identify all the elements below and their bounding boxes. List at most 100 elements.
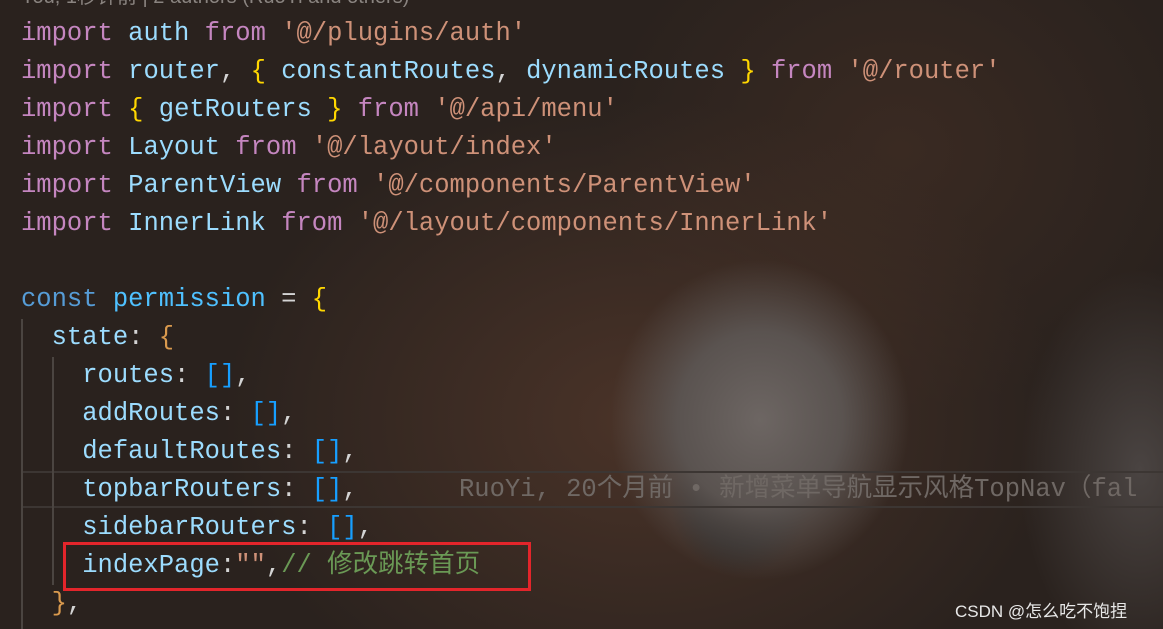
code-token: auth xyxy=(128,19,190,48)
code-token: from xyxy=(296,171,358,200)
code-token: , xyxy=(342,437,358,466)
code-token: { xyxy=(128,95,144,124)
code-token: from xyxy=(235,133,297,162)
code-token: '@/router' xyxy=(847,57,1001,86)
code-token: '@/components/ParentView' xyxy=(373,171,756,200)
watermark: CSDN @怎么吃不饱捏 xyxy=(955,602,1128,621)
code-token: routes xyxy=(82,361,175,390)
code-line[interactable]: defaultRoutes: [], xyxy=(21,433,358,471)
code-token: sidebarRouters xyxy=(82,513,297,542)
code-line[interactable]: import router, { constantRoutes, dynamic… xyxy=(21,53,1001,91)
code-token: } xyxy=(327,95,343,124)
code-token: , xyxy=(495,57,527,86)
code-token: : xyxy=(281,475,312,504)
code-line[interactable]: import Layout from '@/layout/index' xyxy=(21,129,557,167)
code-token: '@/api/menu' xyxy=(434,95,618,124)
code-token: defaultRoutes xyxy=(82,437,282,466)
code-line[interactable]: const permission = { xyxy=(21,281,327,319)
code-token: const xyxy=(21,285,98,314)
code-line[interactable]: topbarRouters: [], xyxy=(21,471,358,509)
code-token: , xyxy=(235,361,251,390)
code-token: : xyxy=(174,361,205,390)
inline-blame-annotation: RuoYi, 20个月前 • 新增菜单导航显示风格TopNav（fal xyxy=(459,475,1138,504)
code-line[interactable]: addRoutes: [], xyxy=(21,395,296,433)
code-token: [] xyxy=(311,437,343,466)
code-token: } xyxy=(740,57,756,86)
code-token: import xyxy=(21,19,113,48)
code-token: [] xyxy=(311,475,343,504)
code-token: '@/layout/components/InnerLink' xyxy=(357,209,833,238)
code-token: , xyxy=(281,399,297,428)
code-token: [] xyxy=(204,361,236,390)
code-line[interactable]: import ParentView from '@/components/Par… xyxy=(21,167,756,205)
code-token: addRoutes xyxy=(82,399,220,428)
code-token: Layout xyxy=(128,133,220,162)
code-token: { xyxy=(311,285,328,314)
code-token: , xyxy=(66,589,83,618)
code-token: import xyxy=(21,95,113,124)
code-token: : xyxy=(296,513,328,542)
code-token: permission xyxy=(112,285,266,314)
code-token: import xyxy=(21,209,113,238)
code-token: '@/layout/index' xyxy=(311,133,557,162)
code-token: } xyxy=(51,589,67,618)
code-token: ParentView xyxy=(128,171,282,200)
code-token: InnerLink xyxy=(128,209,266,238)
code-token: { xyxy=(250,57,266,86)
code-token: , xyxy=(342,475,358,504)
code-token: import xyxy=(21,133,113,162)
code-token: : xyxy=(281,437,312,466)
code-token: constantRoutes xyxy=(281,57,496,86)
code-token: import xyxy=(21,171,113,200)
code-token: : xyxy=(219,399,251,428)
code-line[interactable]: import InnerLink from '@/layout/componen… xyxy=(21,205,832,243)
code-line[interactable]: routes: [], xyxy=(21,357,251,395)
code-line[interactable]: import { getRouters } from '@/api/menu' xyxy=(21,91,618,129)
git-blame-header[interactable]: You, 1秒钟前 | 2 authors (RuoYi and others) xyxy=(21,0,409,8)
code-token: [] xyxy=(250,399,282,428)
code-token: { xyxy=(158,323,175,352)
code-editor[interactable]: You, 1秒钟前 | 2 authors (RuoYi and others)… xyxy=(0,0,1163,629)
code-line[interactable]: import auth from '@/plugins/auth' xyxy=(21,15,526,53)
code-token: from xyxy=(281,209,343,238)
code-token: getRouters xyxy=(158,95,312,124)
code-token: , xyxy=(219,57,251,86)
code-token: '@/plugins/auth' xyxy=(281,19,527,48)
code-token: from xyxy=(770,57,833,86)
code-token: = xyxy=(265,285,312,314)
code-token: router xyxy=(128,57,220,86)
code-line[interactable]: state: { xyxy=(21,319,174,357)
annotation-highlight-box xyxy=(63,542,531,591)
code-token: : xyxy=(128,323,159,352)
code-token: state xyxy=(51,323,129,352)
code-token: from xyxy=(204,19,266,48)
